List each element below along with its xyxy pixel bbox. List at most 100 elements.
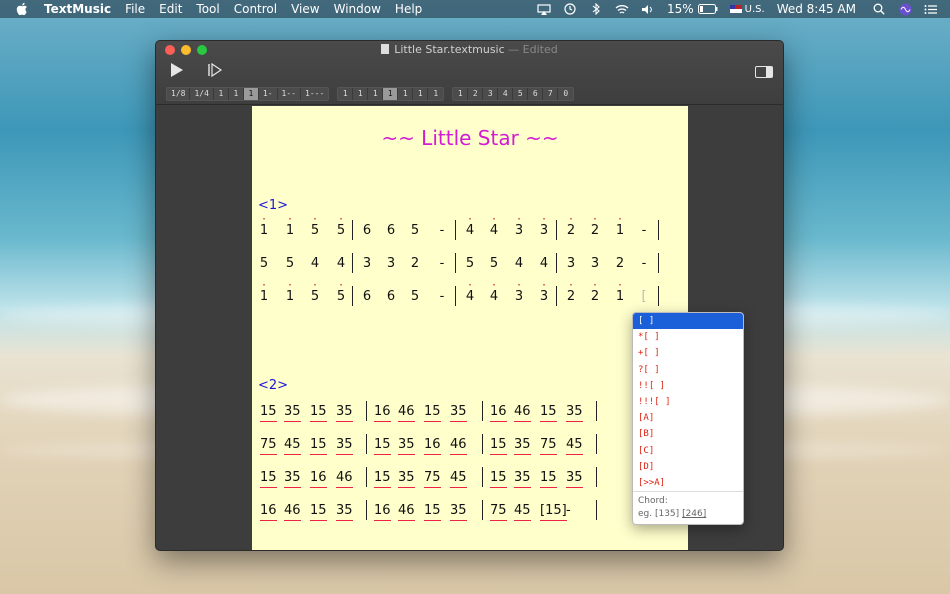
menu-app[interactable]: TextMusic [44, 2, 111, 16]
duration-whole-button[interactable]: 1 [243, 88, 259, 100]
wifi-icon[interactable] [615, 3, 629, 15]
note-pair[interactable]: 35 [450, 404, 467, 422]
note-pair[interactable]: 45 [284, 437, 301, 455]
note-pair[interactable]: 15 [310, 503, 327, 521]
autocomplete-item[interactable]: [D] [633, 459, 743, 475]
note-pair[interactable]: 15 [260, 404, 277, 422]
autocomplete-item[interactable]: +[ ] [633, 345, 743, 361]
note[interactable]: 2 [565, 212, 577, 238]
note-pair[interactable]: 35 [336, 437, 353, 455]
note-pair[interactable]: 35 [566, 470, 583, 488]
note[interactable]: 4 [464, 212, 476, 238]
note[interactable]: 2 [565, 278, 577, 304]
autocomplete-item[interactable]: [C] [633, 443, 743, 459]
toggle-sidebar-button[interactable] [755, 63, 773, 78]
note[interactable]: 4 [513, 256, 525, 271]
note-pair[interactable]: 35 [336, 503, 353, 521]
note[interactable]: 2 [589, 278, 601, 304]
octave-up2-button[interactable]: 1 [353, 88, 369, 100]
note[interactable]: 5 [335, 212, 347, 238]
octave-down1-button[interactable]: 1 [398, 88, 414, 100]
battery-status[interactable]: 15% [667, 2, 718, 16]
note-pair[interactable]: 46 [398, 503, 415, 521]
note[interactable]: 5 [258, 256, 270, 271]
note-pair[interactable]: 35 [336, 404, 353, 422]
autocomplete-item[interactable]: [ ] [633, 313, 743, 330]
note[interactable]: 3 [513, 278, 525, 304]
note[interactable]: 1 [614, 278, 626, 304]
autocomplete-item[interactable]: !!![ ] [633, 394, 743, 410]
note-pair[interactable]: 35 [514, 437, 531, 455]
note-pair[interactable]: 46 [284, 503, 301, 521]
siri-icon[interactable] [898, 3, 912, 15]
note-pair[interactable]: 16 [374, 404, 391, 422]
note-pair[interactable]: 35 [284, 470, 301, 488]
note-extend[interactable]: - [436, 289, 448, 304]
note-pair[interactable]: 35 [514, 470, 531, 488]
note[interactable]: 5 [309, 278, 321, 304]
apple-icon[interactable] [14, 1, 30, 17]
clock[interactable]: Wed 8:45 AM [777, 2, 856, 16]
duration-eighth-button[interactable]: 1/8 [167, 88, 191, 100]
duration-extend3-button[interactable]: 1--- [301, 88, 329, 100]
autocomplete-item[interactable]: ?[ ] [633, 362, 743, 378]
note-pair[interactable]: 15 [540, 470, 557, 488]
octave-down3-button[interactable]: 1 [428, 88, 444, 100]
note-6-button[interactable]: 6 [528, 88, 544, 100]
play-button[interactable] [168, 61, 186, 79]
note-0-button[interactable]: 0 [558, 88, 574, 100]
duration-extend2-button[interactable]: 1-- [277, 88, 301, 100]
autocomplete-item[interactable]: [B] [633, 426, 743, 442]
note-pair[interactable]: 35 [398, 470, 415, 488]
menu-view[interactable]: View [291, 2, 319, 16]
note-pair[interactable]: 46 [336, 470, 353, 488]
note[interactable]: 6 [361, 223, 373, 238]
note-pair[interactable]: 15 [424, 503, 441, 521]
note-5-button[interactable]: 5 [513, 88, 529, 100]
cursor-bracket[interactable]: [ [638, 289, 650, 304]
note[interactable]: 5 [335, 278, 347, 304]
chord-hint-example-link[interactable]: [246] [682, 509, 706, 519]
duration-extend1-button[interactable]: 1- [258, 88, 278, 100]
note-extend[interactable]: - [638, 256, 650, 271]
menu-file[interactable]: File [125, 2, 145, 16]
note[interactable]: 6 [361, 289, 373, 304]
octave-up1-button[interactable]: 1 [368, 88, 384, 100]
note-pair[interactable]: 45 [450, 470, 467, 488]
note[interactable]: 1 [284, 278, 296, 304]
notification-center-icon[interactable] [924, 3, 938, 15]
autocomplete-item[interactable]: [A] [633, 410, 743, 426]
note[interactable]: 6 [385, 289, 397, 304]
note-pair[interactable]: 35 [450, 503, 467, 521]
note-pair[interactable]: 15 [260, 470, 277, 488]
octave-down2-button[interactable]: 1 [413, 88, 429, 100]
note-pair[interactable]: 15 [374, 470, 391, 488]
note-pair[interactable]: 35 [398, 437, 415, 455]
airplay-icon[interactable] [537, 3, 551, 15]
note-3-button[interactable]: 3 [483, 88, 499, 100]
autocomplete-item[interactable]: [>>A] [633, 475, 743, 491]
note-pair[interactable]: [15] [540, 503, 567, 521]
note[interactable]: 5 [488, 256, 500, 271]
note[interactable]: 2 [409, 256, 421, 271]
note[interactable]: 4 [488, 278, 500, 304]
duration-quarter-button[interactable]: 1/4 [190, 88, 214, 100]
note[interactable]: 1 [284, 212, 296, 238]
note[interactable]: 4 [464, 278, 476, 304]
note-pair[interactable]: 15 [490, 470, 507, 488]
note[interactable]: 6 [385, 223, 397, 238]
note-pair[interactable]: 15 [310, 404, 327, 422]
note-extend[interactable]: - [436, 223, 448, 238]
note[interactable]: 3 [361, 256, 373, 271]
note[interactable]: 5 [464, 256, 476, 271]
note[interactable]: 5 [284, 256, 296, 271]
note-pair[interactable]: 75 [490, 503, 507, 521]
note-7-button[interactable]: 7 [543, 88, 559, 100]
note[interactable]: 4 [538, 256, 550, 271]
note[interactable]: 4 [488, 212, 500, 238]
note-pair[interactable]: 46 [514, 404, 531, 422]
menu-window[interactable]: Window [334, 2, 381, 16]
note-pair[interactable]: 46 [398, 404, 415, 422]
note-pair[interactable]: 45 [514, 503, 531, 521]
note[interactable]: 4 [335, 256, 347, 271]
